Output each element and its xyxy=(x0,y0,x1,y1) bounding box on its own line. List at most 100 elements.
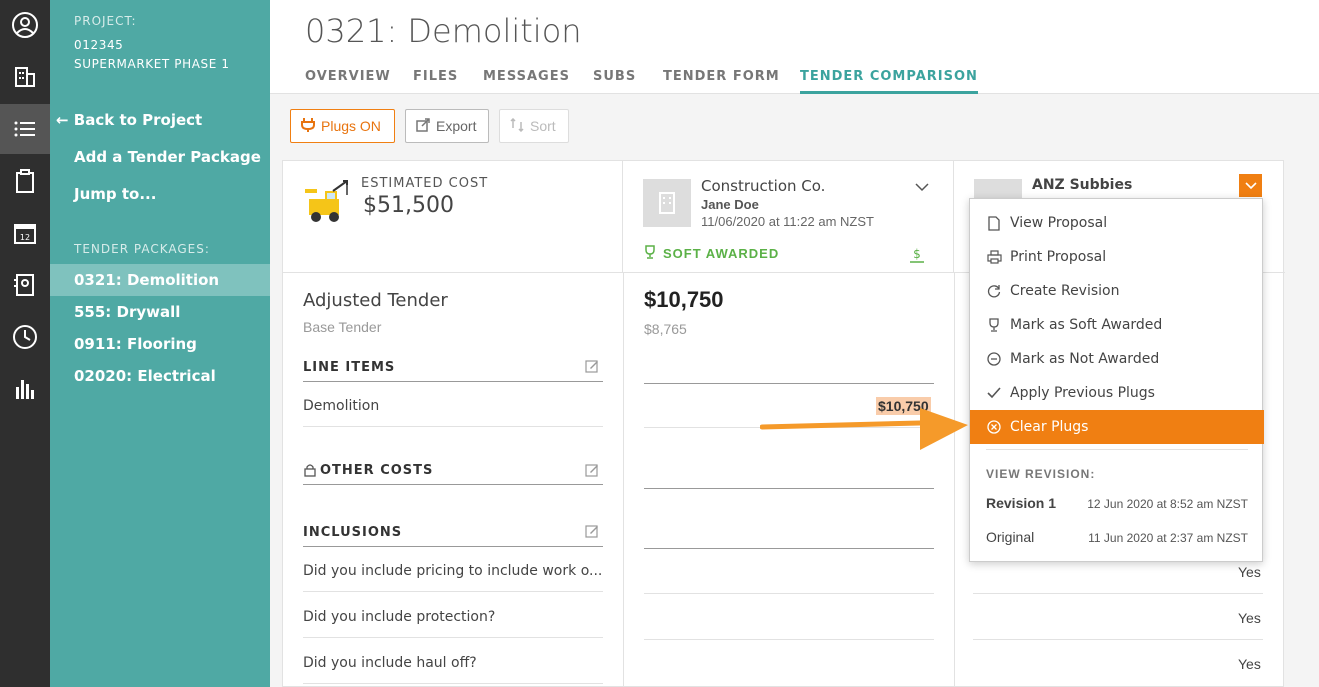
tab-messages[interactable]: MESSAGES xyxy=(483,69,570,84)
tab-tender-form[interactable]: TENDER FORM xyxy=(663,69,780,84)
clipboard-icon[interactable] xyxy=(0,156,50,206)
buildings-icon[interactable] xyxy=(0,52,50,102)
account-icon[interactable] xyxy=(0,0,50,50)
export-label: Export xyxy=(436,118,477,134)
package-item-drywall[interactable]: 555: Drywall xyxy=(50,296,270,328)
estimate-header: ESTIMATED COST $51,500 xyxy=(283,161,623,273)
sort-icon xyxy=(510,117,524,135)
document-icon xyxy=(986,215,1002,231)
edit-icon[interactable] xyxy=(585,359,599,378)
menu-item-apply-previous-plugs[interactable]: Apply Previous Plugs xyxy=(970,376,1264,410)
edit-icon[interactable] xyxy=(585,524,599,543)
revision-item[interactable]: Revision 1 12 Jun 2020 at 8:52 am NZST xyxy=(986,495,1248,511)
revision-item[interactable]: Original 11 Jun 2020 at 2:37 am NZST xyxy=(986,529,1248,545)
arrow-left-icon: ← xyxy=(56,111,74,129)
adjusted-tender-amount: $10,750 xyxy=(644,287,724,312)
row-divider xyxy=(644,548,934,549)
edit-icon[interactable] xyxy=(585,463,599,482)
menu-item-label: Mark as Not Awarded xyxy=(1010,351,1160,367)
package-item-electrical[interactable]: 02020: Electrical xyxy=(50,360,270,392)
package-item-flooring[interactable]: 0911: Flooring xyxy=(50,328,270,360)
reports-icon[interactable] xyxy=(0,364,50,414)
printer-icon xyxy=(986,249,1002,265)
close-circle-icon xyxy=(986,419,1002,435)
refresh-icon xyxy=(986,283,1002,299)
column-divider xyxy=(623,273,624,687)
estimated-cost-label: ESTIMATED COST xyxy=(361,176,489,191)
list-icon[interactable] xyxy=(0,104,50,154)
add-tender-package-link[interactable]: Add a Tender Package xyxy=(74,148,261,166)
row-divider xyxy=(644,488,934,489)
jump-to-link[interactable]: Jump to... xyxy=(74,185,156,203)
soft-awarded-badge: SOFT AWARDED xyxy=(643,245,779,262)
revision-name: Original xyxy=(986,529,1035,545)
project-sidebar: PROJECT: 012345 SUPERMARKET PHASE 1 ← Ba… xyxy=(50,0,270,687)
inclusions-label: INCLUSIONS xyxy=(303,525,403,540)
chevron-down-icon[interactable] xyxy=(915,179,929,197)
crane-icon xyxy=(303,179,351,228)
row-divider xyxy=(973,639,1263,640)
tab-overview[interactable]: OVERVIEW xyxy=(305,69,391,84)
menu-item-label: Clear Plugs xyxy=(1010,419,1089,435)
menu-divider xyxy=(986,449,1248,450)
icon-rail: 12 xyxy=(0,0,50,687)
answer-yes: Yes xyxy=(1238,610,1261,626)
calendar-day: 12 xyxy=(20,233,30,242)
estimated-cost-value: $51,500 xyxy=(363,193,454,218)
dollar-icon[interactable]: $ xyxy=(909,247,925,268)
clock-icon[interactable] xyxy=(0,312,50,362)
project-name: SUPERMARKET PHASE 1 xyxy=(74,57,230,71)
back-link-label: Back to Project xyxy=(73,111,203,129)
menu-item-label: Print Proposal xyxy=(1010,249,1107,265)
minus-circle-icon xyxy=(986,351,1002,367)
revision-date: 11 Jun 2020 at 2:37 am NZST xyxy=(1088,531,1248,545)
company-logo-placeholder xyxy=(643,179,691,227)
column-divider xyxy=(954,273,955,687)
chevron-down-icon xyxy=(1244,181,1257,189)
menu-item-clear-plugs[interactable]: Clear Plugs xyxy=(970,410,1264,444)
sub-name: ANZ Subbies xyxy=(1032,177,1133,193)
page-title: 0321: Demolition xyxy=(305,12,582,50)
contacts-icon[interactable] xyxy=(0,260,50,310)
menu-item-mark-soft-awarded[interactable]: Mark as Soft Awarded xyxy=(970,308,1264,342)
plugs-toggle-button[interactable]: Plugs ON xyxy=(290,109,395,143)
export-button[interactable]: Export xyxy=(405,109,489,143)
view-revision-label: VIEW REVISION: xyxy=(986,467,1096,481)
inclusion-question: Did you include pricing to include work … xyxy=(303,563,603,592)
sub-actions-menu: View Proposal Print Proposal Create Revi… xyxy=(969,198,1264,562)
base-tender-label: Base Tender xyxy=(303,319,382,335)
inclusion-question: Did you include protection? xyxy=(303,609,603,638)
sort-button[interactable]: Sort xyxy=(499,109,569,143)
tab-tender-comparison[interactable]: TENDER COMPARISON xyxy=(800,69,978,94)
tab-files[interactable]: FILES xyxy=(413,69,458,84)
revision-date: 12 Jun 2020 at 8:52 am NZST xyxy=(1087,497,1248,511)
answer-yes: Yes xyxy=(1238,564,1261,580)
sub-contact: Jane Doe xyxy=(701,197,759,212)
package-item-demolition[interactable]: 0321: Demolition xyxy=(50,264,270,296)
menu-item-view-proposal[interactable]: View Proposal xyxy=(970,206,1264,240)
trophy-icon xyxy=(643,245,657,262)
other-costs-label: OTHER COSTS xyxy=(320,463,434,478)
menu-item-print-proposal[interactable]: Print Proposal xyxy=(970,240,1264,274)
menu-item-create-revision[interactable]: Create Revision xyxy=(970,274,1264,308)
project-label: PROJECT: xyxy=(74,14,137,28)
menu-item-label: View Proposal xyxy=(1010,215,1108,231)
sub-date: 11/06/2020 at 11:22 am NZST xyxy=(701,214,874,229)
back-to-project-link[interactable]: ← Back to Project xyxy=(56,111,202,129)
sub-actions-toggle[interactable] xyxy=(1239,174,1262,197)
lock-icon xyxy=(304,463,316,482)
calendar-icon[interactable]: 12 xyxy=(0,208,50,258)
row-divider xyxy=(644,383,934,384)
row-divider xyxy=(973,593,1263,594)
project-code: 012345 xyxy=(74,38,124,52)
sub-header-construction-co: Construction Co. Jane Doe 11/06/2020 at … xyxy=(623,161,954,273)
tab-subs[interactable]: SUBS xyxy=(593,69,636,84)
plugs-label: Plugs ON xyxy=(321,118,381,134)
row-divider xyxy=(644,639,934,640)
soft-awarded-label: SOFT AWARDED xyxy=(663,246,780,261)
row-divider xyxy=(644,593,934,594)
menu-item-label: Mark as Soft Awarded xyxy=(1010,317,1163,333)
page-header: 0321: Demolition OVERVIEW FILES MESSAGES… xyxy=(270,0,1319,94)
menu-item-mark-not-awarded[interactable]: Mark as Not Awarded xyxy=(970,342,1264,376)
trophy-icon xyxy=(986,317,1002,333)
